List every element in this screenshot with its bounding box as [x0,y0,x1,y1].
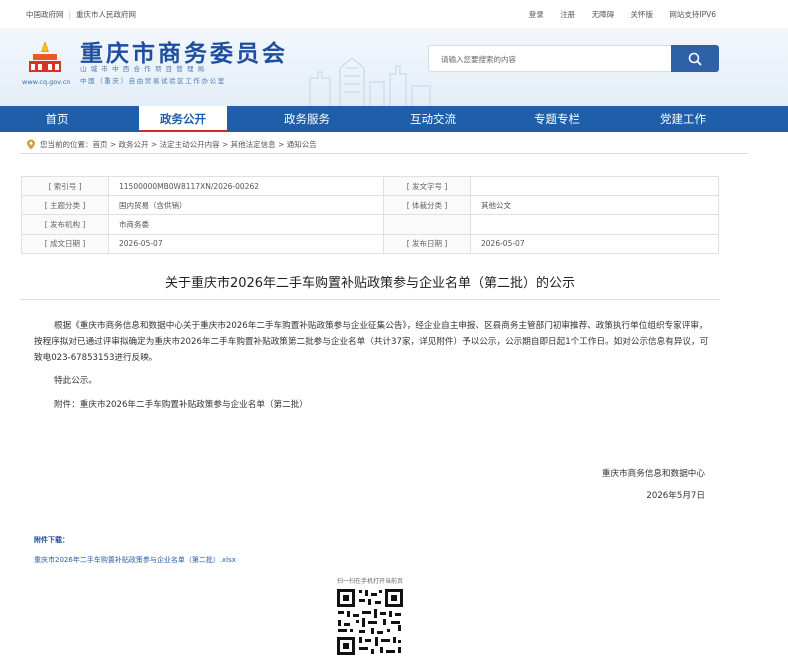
top-links-right: 登录 注册 无障碍 关怀版 网站支持IPV6 [515,9,716,20]
site-url: www.cq.gov.cn [22,78,71,86]
location-pin-icon [27,139,35,150]
attachment-download-link[interactable]: 重庆市2026年二手车购置补贴政策参与企业名单（第二批）.xlsx [34,555,236,565]
attachment-mention: 附件：重庆市2026年二手车购置补贴政策参与企业名单（第二批） [54,400,308,410]
site-subtitle-1: 山城市中西合作项目管理局 [80,65,209,73]
nav-item-gov-services[interactable]: 政务服务 [252,106,362,132]
main-nav: 首页 政务公开 政务服务 互动交流 专题专栏 党建工作 [0,106,788,132]
meta-value: 2026-05-07 [470,233,719,254]
divider [20,153,748,154]
table-row: [ 发布机构 ] 市商务委 [21,214,719,235]
register-link[interactable]: 注册 [560,10,575,19]
nav-item-topics[interactable]: 专题专栏 [502,106,612,132]
meta-value: 国内贸易（含供销） [108,195,384,216]
emblem-logo-icon [29,41,61,72]
meta-value: 其他公文 [470,195,719,216]
accessibility-link[interactable]: 无障碍 [592,10,615,19]
nav-item-interaction[interactable]: 互动交流 [378,106,488,132]
document-title: 关于重庆市2026年二手车购置补贴政策参与企业名单（第二批）的公示 [164,276,576,291]
nav-item-gov-affairs-open[interactable]: 政务公开 [139,106,227,132]
signature-date: 2026年5月7日 [646,491,705,501]
meta-key [383,214,471,235]
separator: | [68,10,72,19]
login-link[interactable]: 登录 [529,10,544,19]
meta-value: 市商务委 [108,214,384,235]
attachment-label: 附件下载： [34,536,69,544]
body-paragraph: 特此公示。 [54,376,97,386]
nav-item-party-building[interactable]: 党建工作 [628,106,738,132]
nav-item-home[interactable]: 首页 [0,106,114,132]
ipv6-support-label: 网站支持IPV6 [669,10,716,19]
meta-key: [ 索引号 ] [21,175,109,197]
meta-value: 11500000MB0W8117XN/2026-00262 [108,175,384,197]
meta-key: [ 体裁分类 ] [383,195,471,216]
meta-value [470,214,719,235]
signature-org: 重庆市商务信息和数据中心 [601,469,705,479]
skyline-illustration-icon [309,57,431,106]
elderly-mode-link[interactable]: 关怀版 [630,10,653,19]
top-links-left: 中国政府网 | 重庆市人民政府网 [26,9,136,20]
site-subtitle-2: 中国（重庆）自由贸易试验区工作办公室 [80,77,226,85]
site-header: www.cq.gov.cn 重庆市商务委员会 山城市中西合作项目管理局 中国（重… [0,28,788,106]
table-row: [ 主题分类 ] 国内贸易（含供销） [ 体裁分类 ] 其他公文 [21,195,719,216]
body-paragraph: 根据《重庆市商务信息和数据中心关于重庆市2026年二手车购置补贴政策参与企业征集… [34,321,709,363]
meta-value: 2026-05-07 [108,233,384,254]
document-meta-table: [ 索引号 ] 11500000MB0W8117XN/2026-00262 [ … [21,175,719,254]
meta-key: [ 发布机构 ] [21,214,109,235]
top-bar: 中国政府网 | 重庆市人民政府网 登录 注册 无障碍 关怀版 网站支持IPV6 [0,0,788,28]
meta-value [470,175,719,197]
search-button[interactable] [671,45,719,72]
breadcrumb: 您当前的位置：首页 > 政务公开 > 法定主动公开内容 > 其他法定信息 > 通… [26,139,317,150]
search-placeholder: 请输入您要搜索的内容 [441,55,516,64]
meta-key: [ 发文字号 ] [383,175,471,197]
search-icon [688,52,702,65]
meta-key: [ 发布日期 ] [383,233,471,254]
search-input[interactable]: 请输入您要搜索的内容 [428,45,671,72]
breadcrumb-text[interactable]: 您当前的位置：首页 > 政务公开 > 法定主动公开内容 > 其他法定信息 > 通… [40,139,317,150]
meta-key: [ 成文日期 ] [21,233,109,254]
link-gov-cn[interactable]: 中国政府网 [26,10,64,19]
qr-label: 扫一扫在手机打开当前页 [337,578,404,585]
link-cq-gov[interactable]: 重庆市人民政府网 [76,10,136,19]
qr-code-icon [335,587,405,657]
table-row: [ 索引号 ] 11500000MB0W8117XN/2026-00262 [ … [21,175,719,197]
divider [20,299,720,300]
meta-key: [ 主题分类 ] [21,195,109,216]
table-row: [ 成文日期 ] 2026-05-07 [ 发布日期 ] 2026-05-07 [21,233,719,254]
